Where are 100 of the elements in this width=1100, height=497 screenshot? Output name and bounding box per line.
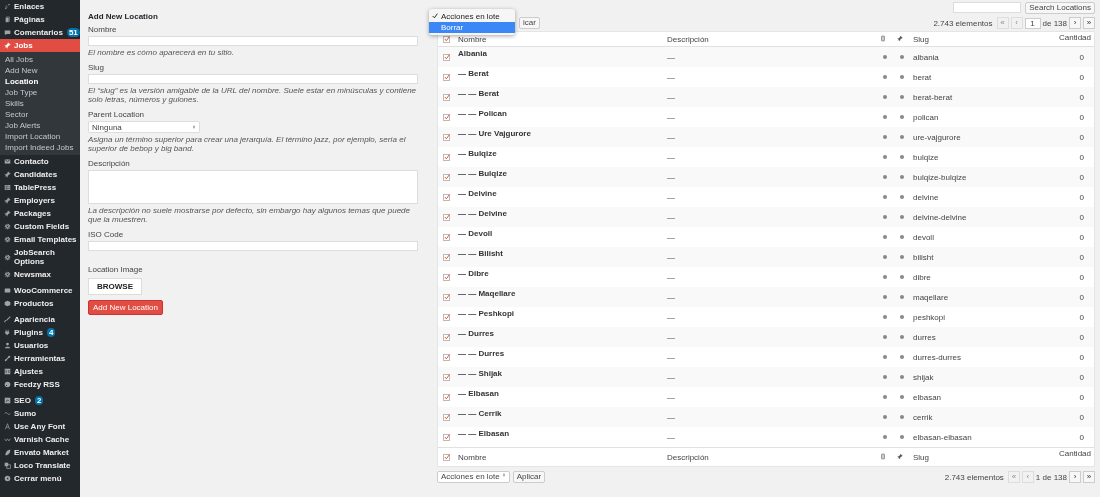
checkbox[interactable] — [443, 113, 450, 121]
menu-item[interactable]: Envato Market — [0, 446, 80, 459]
column-header[interactable]: Nombre — [458, 452, 667, 462]
menu-item[interactable]: Usuarios — [0, 339, 80, 352]
column-header[interactable]: Nombre — [458, 34, 667, 44]
location-name[interactable]: — — Delvine — [458, 209, 667, 218]
menu-item[interactable]: Packages — [0, 207, 80, 220]
page-button[interactable]: » — [1083, 471, 1095, 483]
menu-item[interactable]: Loco Translate — [0, 459, 80, 472]
submenu-item[interactable]: All Jobs — [0, 54, 80, 65]
menu-item[interactable]: Employers — [0, 194, 80, 207]
checkbox[interactable] — [443, 133, 450, 141]
location-name[interactable]: Albania — [458, 49, 667, 58]
input-field[interactable] — [88, 36, 418, 46]
checkbox[interactable] — [443, 153, 450, 161]
checkbox[interactable] — [443, 73, 450, 81]
menu-item[interactable]: Jobs — [0, 39, 80, 52]
menu-item[interactable]: SEO 2 — [0, 394, 80, 407]
page-button[interactable]: › — [1069, 17, 1081, 29]
location-name[interactable]: — — Maqellare — [458, 289, 667, 298]
checkbox[interactable] — [443, 393, 450, 401]
submenu-item[interactable]: Import Location — [0, 131, 80, 142]
submenu-item[interactable]: Add New — [0, 65, 80, 76]
submenu-item[interactable]: Sector — [0, 109, 80, 120]
location-name[interactable]: — Delvine — [458, 189, 667, 198]
checkbox[interactable] — [443, 433, 450, 441]
input-field[interactable] — [88, 241, 418, 251]
page-input[interactable]: 1 — [1024, 17, 1041, 29]
checkbox[interactable] — [443, 293, 450, 301]
submenu-item[interactable]: Location — [0, 76, 80, 87]
checkbox[interactable] — [443, 193, 450, 201]
menu-item[interactable]: Email Templates — [0, 233, 80, 246]
location-name[interactable]: — Berat — [458, 69, 667, 78]
submit-button[interactable]: Add New Location — [88, 300, 163, 315]
menu-option[interactable]: Acciones en lote — [429, 11, 515, 22]
page-button[interactable]: › — [1069, 471, 1081, 483]
column-header[interactable]: Slug — [913, 452, 1050, 462]
checkbox[interactable] — [443, 53, 450, 61]
checkbox[interactable] — [443, 273, 450, 281]
bulk-actions-select[interactable]: Acciones en lote — [437, 471, 510, 483]
apply-button[interactable]: Aplicar — [512, 471, 546, 483]
menu-item[interactable]: TablePress — [0, 181, 80, 194]
menu-item[interactable]: Varnish Cache — [0, 433, 80, 446]
column-header[interactable]: Slug — [913, 34, 1050, 44]
menu-item[interactable]: Comentarios 51 — [0, 26, 80, 39]
location-name[interactable]: — — Elbasan — [458, 429, 667, 438]
column-header[interactable]: Descripción — [667, 34, 880, 44]
checkbox[interactable] — [443, 233, 450, 241]
apply-button[interactable]: icar — [519, 17, 540, 29]
menu-item[interactable]: Candidates — [0, 168, 80, 181]
checkbox[interactable] — [443, 253, 450, 261]
submenu-item[interactable]: Job Type — [0, 87, 80, 98]
checkbox[interactable] — [443, 333, 450, 341]
menu-item[interactable]: Plugins 4 — [0, 326, 80, 339]
checkbox[interactable] — [443, 373, 450, 381]
location-name[interactable]: — — Durres — [458, 349, 667, 358]
location-name[interactable]: — Devoll — [458, 229, 667, 238]
checkbox[interactable] — [443, 35, 450, 43]
menu-item[interactable]: Use Any Font — [0, 420, 80, 433]
menu-item[interactable]: Apariencia — [0, 313, 80, 326]
menu-item[interactable]: Feedzy RSS — [0, 378, 80, 391]
location-name[interactable]: — — Berat — [458, 89, 667, 98]
location-name[interactable]: — — Cerrik — [458, 409, 667, 418]
submenu-item[interactable]: Skills — [0, 98, 80, 109]
page-button[interactable]: » — [1083, 17, 1095, 29]
location-name[interactable]: — Elbasan — [458, 389, 667, 398]
menu-item[interactable]: Herramientas — [0, 352, 80, 365]
menu-option[interactable]: Borrar — [429, 22, 515, 33]
menu-item[interactable]: Enlaces — [0, 0, 80, 13]
search-button[interactable]: Search Locations — [1025, 2, 1095, 14]
menu-item[interactable]: WooCommerce — [0, 284, 80, 297]
location-name[interactable]: — Durres — [458, 329, 667, 338]
location-name[interactable]: — Bulqize — [458, 149, 667, 158]
submenu-item[interactable]: Import Indeed Jobs — [0, 142, 80, 153]
column-header[interactable]: Descripción — [667, 452, 880, 462]
menu-item[interactable]: Contacto — [0, 155, 80, 168]
menu-item[interactable]: Newsmax — [0, 268, 80, 281]
checkbox[interactable] — [443, 213, 450, 221]
column-header[interactable]: Cantidad — [1058, 449, 1094, 458]
menu-item[interactable]: Custom Fields — [0, 220, 80, 233]
search-field[interactable] — [953, 2, 1022, 13]
checkbox[interactable] — [443, 173, 450, 181]
menu-item[interactable]: Ajustes — [0, 365, 80, 378]
checkbox[interactable] — [443, 453, 450, 461]
location-name[interactable]: — — Ure Vajgurore — [458, 129, 667, 138]
checkbox[interactable] — [443, 413, 450, 421]
menu-item[interactable]: Páginas — [0, 13, 80, 26]
menu-item[interactable]: Cerrar menú — [0, 472, 80, 485]
location-name[interactable]: — Dibre — [458, 269, 667, 278]
menu-item[interactable]: JobSearch Options — [0, 246, 80, 268]
checkbox[interactable] — [443, 93, 450, 101]
browse-button[interactable]: BROWSE — [88, 278, 142, 295]
menu-item[interactable]: Productos — [0, 297, 80, 310]
input-field[interactable] — [88, 74, 418, 84]
location-name[interactable]: — — Bilisht — [458, 249, 667, 258]
location-name[interactable]: — — Bulqize — [458, 169, 667, 178]
location-name[interactable]: — — Polican — [458, 109, 667, 118]
menu-item[interactable]: Sumo — [0, 407, 80, 420]
checkbox[interactable] — [443, 353, 450, 361]
submenu-item[interactable]: Job Alerts — [0, 120, 80, 131]
